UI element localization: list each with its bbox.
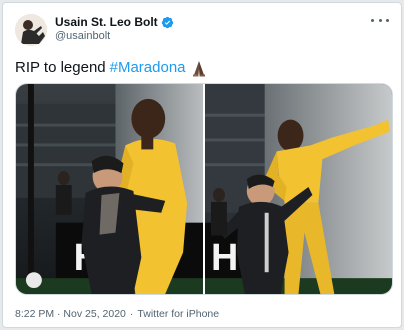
author-name-row[interactable]: Usain St. Leo Bolt	[55, 15, 174, 29]
tweet-meta: 8:22 PM · Nov 25, 2020 · Twitter for iPh…	[15, 308, 219, 320]
folded-hands-emoji-icon	[192, 60, 205, 76]
media-grid: HU	[15, 83, 393, 295]
meta-separator: ·	[129, 308, 134, 320]
svg-text:H: H	[211, 236, 238, 278]
verified-badge-icon	[161, 16, 173, 28]
tweet-timestamp[interactable]: 8:22 PM · Nov 25, 2020	[15, 308, 126, 320]
tweet-text: RIP to legend #Maradona	[15, 58, 207, 78]
more-options-icon[interactable]	[371, 15, 389, 25]
tweet-text-plain: RIP to legend	[15, 59, 106, 76]
tweet-photo-1[interactable]: HU	[16, 84, 203, 294]
tweet-source[interactable]: Twitter for iPhone	[137, 308, 219, 320]
tweet-card: Usain St. Leo Bolt @usainbolt RIP to leg…	[2, 2, 402, 328]
avatar[interactable]	[15, 14, 47, 46]
user-handle[interactable]: @usainbolt	[55, 30, 110, 42]
tweet-photo-2[interactable]: H	[205, 84, 392, 294]
hashtag-link[interactable]: #Maradona	[110, 58, 186, 78]
display-name[interactable]: Usain St. Leo Bolt	[55, 15, 158, 29]
